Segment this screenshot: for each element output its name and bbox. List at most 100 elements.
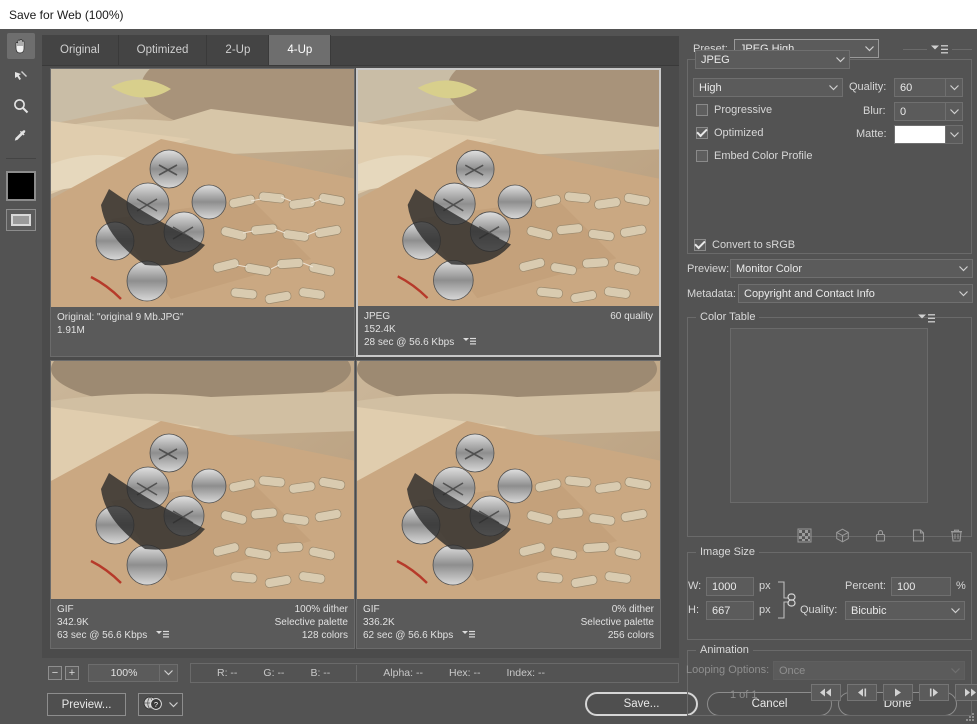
preview-color-select[interactable]: Monitor Color <box>730 259 973 278</box>
magnifier-icon <box>14 99 29 114</box>
convert-to-srgb-checkbox[interactable]: Convert to sRGB <box>694 239 795 251</box>
caption-line2-right: Selective palette <box>274 617 348 628</box>
next-frame-button[interactable] <box>919 684 949 701</box>
delete-color-icon[interactable] <box>948 527 964 543</box>
zoom-out-label: − <box>51 666 59 679</box>
tab-original[interactable]: Original <box>42 35 119 65</box>
preview-options-menu-icon[interactable] <box>462 630 475 643</box>
percent-unit: % <box>956 580 966 592</box>
readout-label: G: <box>263 667 275 679</box>
checkbox-box <box>696 104 708 116</box>
caption-line1-right: 100% dither <box>294 604 348 615</box>
quality-preset-select[interactable]: High <box>693 78 843 97</box>
bells-photo <box>358 70 659 308</box>
zoom-out-button[interactable]: − <box>48 666 62 680</box>
save-button[interactable]: Save... <box>585 692 698 716</box>
optimize-menu-icon[interactable] <box>931 44 948 58</box>
blur-value: 0 <box>900 105 907 118</box>
save-button-label: Save... <box>623 698 660 710</box>
constrain-proportions-icon[interactable] <box>776 579 798 621</box>
preview-button-label: Preview... <box>61 698 112 711</box>
chevron-down-icon <box>949 84 959 90</box>
color-table-swatches[interactable] <box>730 328 928 503</box>
preview-pane-original[interactable]: Original: "original 9 Mb.JPG" 1.91M <box>50 68 355 357</box>
color-readout: R: -- G: -- B: -- Alpha: -- Hex: -- Inde… <box>190 663 679 683</box>
tab-optimized[interactable]: Optimized <box>118 35 208 65</box>
color-table-menu-icon[interactable] <box>918 313 935 327</box>
preview-pane-gif-128[interactable]: GIF 100% dither 342.9K Selective palette… <box>50 360 355 649</box>
first-frame-button[interactable] <box>811 684 841 701</box>
height-input[interactable]: 667 <box>706 601 754 620</box>
zoom-level-field[interactable]: 100% <box>88 664 160 682</box>
web-shift-cube-icon[interactable] <box>834 527 850 543</box>
chevron-down-icon <box>959 288 968 300</box>
panel-divider-left <box>903 49 927 50</box>
percent-label: Percent: <box>845 580 886 592</box>
last-frame-button[interactable] <box>955 684 977 701</box>
preview-image-gif-256 <box>357 361 660 601</box>
preview-options-menu-icon[interactable] <box>156 630 169 643</box>
blur-stepper[interactable] <box>946 102 963 121</box>
tab-4up[interactable]: 4-Up <box>269 35 332 65</box>
readout-value: -- <box>230 667 238 679</box>
preview-button[interactable]: Preview... <box>47 693 126 716</box>
convert-to-srgb-label: Convert to sRGB <box>712 239 796 251</box>
eyedropper-tool[interactable] <box>7 123 35 149</box>
matte-dropdown[interactable] <box>946 125 963 144</box>
tab-2up[interactable]: 2-Up <box>207 35 270 65</box>
progressive-label: Progressive <box>714 104 773 116</box>
file-format-select[interactable]: JPEG <box>695 50 850 69</box>
matte-color-swatch[interactable] <box>894 125 946 144</box>
view-tabs: Original Optimized 2-Up 4-Up <box>42 35 679 66</box>
looping-options-select[interactable]: Once <box>773 661 965 680</box>
previous-frame-button[interactable] <box>847 684 877 701</box>
resample-quality-select[interactable]: Bicubic <box>845 601 965 620</box>
readout-value: -- <box>277 667 285 679</box>
preview-options-menu-icon[interactable] <box>463 337 476 350</box>
zoom-level-dropdown[interactable] <box>160 664 178 682</box>
bells-photo <box>51 361 354 601</box>
tab-label: Original <box>60 44 100 56</box>
zoom-in-label: + <box>68 666 76 679</box>
percent-input[interactable]: 100 <box>891 577 951 596</box>
preview-pane-jpeg[interactable]: JPEG 60 quality 152.4K 28 sec @ 56.6 Kbp… <box>356 68 661 357</box>
optimized-checkbox[interactable]: Optimized <box>696 127 764 139</box>
file-format-value: JPEG <box>701 53 730 66</box>
readout-label: B: <box>310 667 321 679</box>
percent-value: 100 <box>897 580 916 593</box>
metadata-select[interactable]: Copyright and Contact Info <box>738 284 973 303</box>
zoom-tool[interactable] <box>7 93 35 119</box>
readout-value: -- <box>323 667 331 679</box>
quality-preset-value: High <box>699 81 722 94</box>
toggle-slices-visibility-button[interactable] <box>6 209 36 231</box>
zoom-in-button[interactable]: + <box>65 666 79 680</box>
chevron-down-icon <box>949 131 959 137</box>
preview-caption-gif-128: GIF 100% dither 342.9K Selective palette… <box>51 599 354 648</box>
quality-input[interactable]: 60 <box>894 78 946 97</box>
metadata-value: Copyright and Contact Info <box>744 287 875 300</box>
chevron-down-icon <box>951 605 960 617</box>
width-input[interactable]: 1000 <box>706 577 754 596</box>
blur-input[interactable]: 0 <box>894 102 946 121</box>
height-unit: px <box>759 604 771 616</box>
play-button[interactable] <box>883 684 913 701</box>
browser-help-icon: ? <box>142 695 164 714</box>
browser-preview-dropdown[interactable]: ? <box>138 693 183 716</box>
readout-value: -- <box>538 667 546 679</box>
progressive-checkbox[interactable]: Progressive <box>696 104 772 116</box>
quality-stepper[interactable] <box>946 78 963 97</box>
foreground-color-swatch[interactable] <box>6 171 36 201</box>
animation-title: Animation <box>696 644 753 656</box>
hand-tool[interactable] <box>7 33 35 59</box>
globe-question-icon: ? <box>143 696 162 710</box>
new-color-icon[interactable] <box>910 527 926 543</box>
animation-group: Animation Looping Options: Once 1 of 1 <box>686 644 977 716</box>
bells-photo <box>357 361 660 601</box>
lock-icon[interactable] <box>872 527 888 543</box>
slice-select-tool[interactable] <box>7 63 35 89</box>
looping-options-label: Looping Options: <box>686 664 770 676</box>
preview-pane-gif-256[interactable]: GIF 0% dither 336.2K Selective palette 6… <box>356 360 661 649</box>
embed-color-profile-checkbox[interactable]: Embed Color Profile <box>696 150 812 162</box>
transparency-icon[interactable] <box>796 527 812 543</box>
bells-photo <box>51 69 354 309</box>
